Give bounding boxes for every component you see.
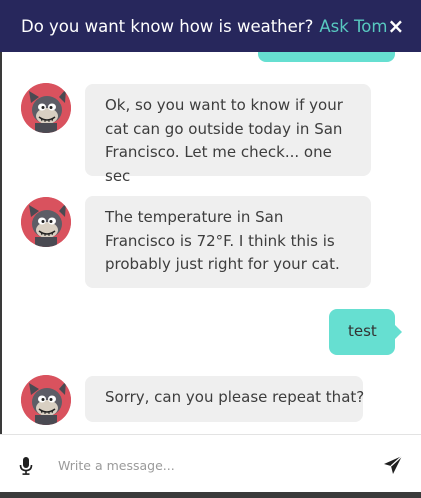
- message-composer: [0, 434, 421, 492]
- cat-avatar-icon: [21, 83, 71, 133]
- bot-message: Ok, so you want to know if your cat can …: [85, 84, 371, 185]
- user-message: test: [329, 309, 402, 355]
- previous-user-bubble: [258, 52, 395, 62]
- microphone-button[interactable]: [19, 457, 33, 475]
- bottom-edge-bar: [0, 492, 421, 498]
- bot-avatar: [21, 83, 71, 133]
- close-button[interactable]: ×: [387, 16, 404, 36]
- bot-avatar: [21, 375, 71, 425]
- message-text: Ok, so you want to know if your cat can …: [105, 96, 343, 185]
- message-text: test: [348, 322, 377, 340]
- bot-message: Sorry, can you please repeat that?: [85, 376, 365, 422]
- microphone-icon: [19, 457, 33, 475]
- cat-avatar-icon: [21, 197, 71, 247]
- cat-avatar-icon: [21, 375, 71, 425]
- send-icon: [384, 455, 403, 474]
- chat-header: Do you want know how is weather? Ask Tom…: [0, 0, 421, 52]
- chat-widget: Do you want know how is weather? Ask Tom…: [0, 0, 421, 498]
- header-title: Do you want know how is weather?: [21, 16, 314, 36]
- bot-avatar: [21, 197, 71, 247]
- send-button[interactable]: [383, 455, 403, 475]
- ask-tom-link[interactable]: Ask Tom: [319, 17, 387, 36]
- message-text: Sorry, can you please repeat that?: [105, 388, 365, 406]
- message-input[interactable]: [48, 452, 348, 478]
- message-text: The temperature in San Francisco is 72°F…: [105, 208, 340, 273]
- message-list[interactable]: Ok, so you want to know if your cat can …: [0, 52, 421, 434]
- bot-message: The temperature in San Francisco is 72°F…: [85, 196, 371, 288]
